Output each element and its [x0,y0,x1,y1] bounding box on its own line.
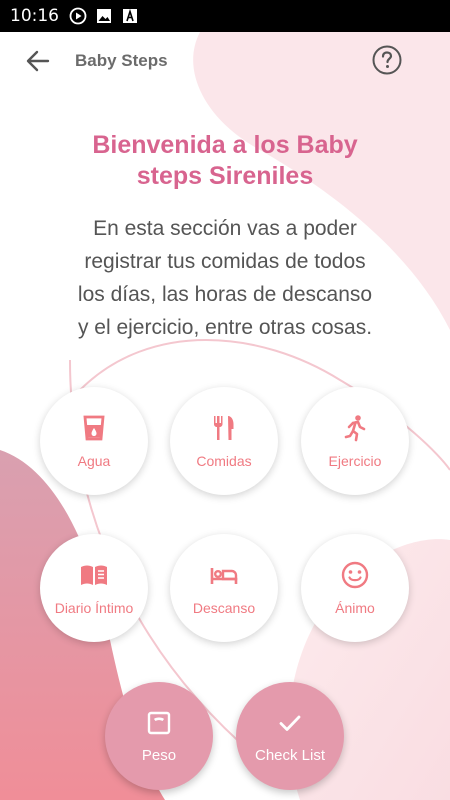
check-list-button[interactable]: Check List [236,682,344,790]
option-animo-button[interactable]: Ánimo [301,534,409,642]
option-diario-intimo-button[interactable]: Diario Íntimo [40,534,148,642]
peso-button[interactable]: Peso [105,682,213,790]
description-line-2: registrar tus comidas de todos [84,250,366,273]
option-label: Agua [77,453,111,469]
image-icon [95,7,113,25]
bed-icon [209,560,239,590]
back-arrow-icon[interactable] [24,47,52,75]
option-label: Descanso [192,600,256,616]
book-icon [79,560,109,590]
utensils-icon [209,413,239,443]
option-descanso-button[interactable]: Descanso [170,534,278,642]
smiley-icon [340,560,370,590]
option-label: Ánimo [335,600,375,616]
running-icon [340,413,370,443]
play-icon [69,7,87,25]
toolbar: Baby Steps [0,32,450,90]
option-agua-button[interactable]: Agua [40,387,148,495]
description-line-4: y el ejercicio, entre otras cosas. [77,316,373,339]
scale-icon [145,709,173,737]
welcome-line-2: steps Sireniles [136,162,314,190]
option-label: Ejercicio [328,453,382,469]
welcome-line-1: Bienvenida a los Baby [92,131,358,159]
toolbar-title: Baby Steps [75,51,168,70]
description-text: En esta sección vas a poder registrar tu… [45,212,405,344]
option-comidas-button[interactable]: Comidas [170,387,278,495]
action-label: Peso [141,746,177,764]
option-ejercicio-button[interactable]: Ejercicio [301,387,409,495]
help-icon[interactable] [372,45,402,75]
welcome-title: Bienvenida a los Baby steps Sireniles [0,130,450,192]
description-line-1: En esta sección vas a poder [93,217,357,240]
check-icon [276,709,304,737]
water-glass-icon [79,413,109,443]
status-bar: 10:16 [0,0,450,32]
description-line-3: los días, las horas de descanso [77,283,373,306]
action-label: Check List [254,746,326,764]
font-icon [121,7,139,25]
option-label: Comidas [196,453,252,469]
option-label: Diario Íntimo [54,600,134,616]
status-time: 10:16 [10,6,59,26]
